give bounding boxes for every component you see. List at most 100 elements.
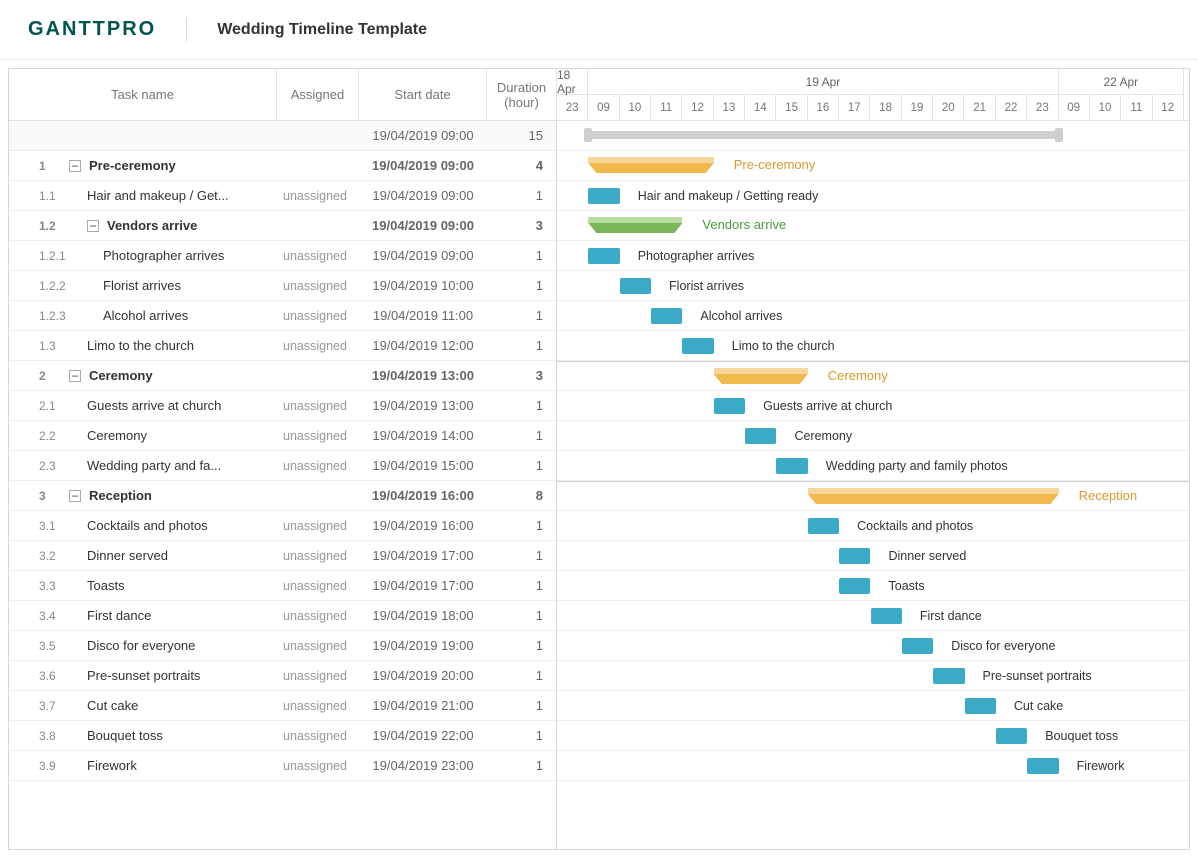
task-name-cell[interactable]: Limo to the church: [69, 338, 277, 353]
task-bar[interactable]: [1027, 758, 1058, 774]
task-bar[interactable]: [588, 188, 619, 204]
start-date-cell[interactable]: 19/04/2019 21:00: [359, 698, 487, 713]
task-row[interactable]: 2−Ceremony19/04/2019 13:003: [9, 361, 556, 391]
start-date-cell[interactable]: 19/04/2019 20:00: [359, 668, 487, 683]
overall-bar[interactable]: [588, 131, 1058, 139]
assigned-cell[interactable]: unassigned: [277, 309, 359, 323]
start-date-cell[interactable]: 19/04/2019 09:00: [359, 248, 487, 263]
assigned-cell[interactable]: unassigned: [277, 639, 359, 653]
duration-cell[interactable]: 1: [487, 668, 551, 683]
start-date-cell[interactable]: 19/04/2019 16:00: [359, 488, 487, 503]
task-row[interactable]: 3.6Pre-sunset portraitsunassigned19/04/2…: [9, 661, 556, 691]
task-name-cell[interactable]: −Reception: [69, 488, 277, 503]
task-name-cell[interactable]: Alcohol arrives: [69, 308, 277, 323]
task-bar[interactable]: [776, 458, 807, 474]
col-assigned[interactable]: Assigned: [277, 69, 359, 121]
assigned-cell[interactable]: unassigned: [277, 729, 359, 743]
assigned-cell[interactable]: unassigned: [277, 339, 359, 353]
assigned-cell[interactable]: unassigned: [277, 399, 359, 413]
start-date-cell[interactable]: 19/04/2019 10:00: [359, 278, 487, 293]
task-name-cell[interactable]: Firework: [69, 758, 277, 773]
col-start-date[interactable]: Start date: [359, 69, 487, 121]
duration-cell[interactable]: 1: [487, 518, 551, 533]
task-name-cell[interactable]: Ceremony: [69, 428, 277, 443]
task-name-cell[interactable]: Toasts: [69, 578, 277, 593]
task-row[interactable]: 1.2.3Alcohol arrivesunassigned19/04/2019…: [9, 301, 556, 331]
duration-cell[interactable]: 1: [487, 638, 551, 653]
task-bar[interactable]: [651, 308, 682, 324]
task-bar[interactable]: [965, 698, 996, 714]
start-date-cell[interactable]: 19/04/2019 12:00: [359, 338, 487, 353]
assigned-cell[interactable]: unassigned: [277, 699, 359, 713]
task-row[interactable]: 3.9Fireworkunassigned19/04/2019 23:001: [9, 751, 556, 781]
task-row[interactable]: 3.4First danceunassigned19/04/2019 18:00…: [9, 601, 556, 631]
collapse-toggle[interactable]: −: [87, 220, 99, 232]
task-row[interactable]: 3−Reception19/04/2019 16:008: [9, 481, 556, 511]
start-date-cell[interactable]: 19/04/2019 23:00: [359, 758, 487, 773]
assigned-cell[interactable]: unassigned: [277, 279, 359, 293]
task-name-cell[interactable]: −Vendors arrive: [69, 218, 277, 233]
start-date-cell[interactable]: 19/04/2019 09:00: [359, 188, 487, 203]
task-row[interactable]: 2.1Guests arrive at churchunassigned19/0…: [9, 391, 556, 421]
start-date-cell[interactable]: 19/04/2019 19:00: [359, 638, 487, 653]
start-date-cell[interactable]: 19/04/2019 11:00: [359, 308, 487, 323]
assigned-cell[interactable]: unassigned: [277, 429, 359, 443]
task-name-cell[interactable]: −Pre-ceremony: [69, 158, 277, 173]
task-row[interactable]: 3.5Disco for everyoneunassigned19/04/201…: [9, 631, 556, 661]
start-date-cell[interactable]: 19/04/2019 15:00: [359, 458, 487, 473]
task-row[interactable]: 1−Pre-ceremony19/04/2019 09:004: [9, 151, 556, 181]
task-name-cell[interactable]: Guests arrive at church: [69, 398, 277, 413]
task-row[interactable]: 1.2.1Photographer arrivesunassigned19/04…: [9, 241, 556, 271]
duration-cell[interactable]: 1: [487, 248, 551, 263]
duration-cell[interactable]: 8: [487, 488, 551, 503]
task-bar[interactable]: [839, 578, 870, 594]
duration-cell[interactable]: 3: [487, 218, 551, 233]
task-name-cell[interactable]: Hair and makeup / Get...: [69, 188, 277, 203]
start-date-cell[interactable]: 19/04/2019 13:00: [359, 368, 487, 383]
duration-cell[interactable]: 1: [487, 458, 551, 473]
group-bar[interactable]: Ceremony: [714, 368, 808, 384]
task-name-cell[interactable]: Wedding party and fa...: [69, 458, 277, 473]
col-task-name[interactable]: Task name: [9, 69, 277, 121]
start-date-cell[interactable]: 19/04/2019 18:00: [359, 608, 487, 623]
start-date-cell[interactable]: 19/04/2019 17:00: [359, 578, 487, 593]
task-bar[interactable]: [933, 668, 964, 684]
task-row[interactable]: 3.1Cocktails and photosunassigned19/04/2…: [9, 511, 556, 541]
task-name-cell[interactable]: Cut cake: [69, 698, 277, 713]
project-title[interactable]: Wedding Timeline Template: [217, 21, 427, 39]
duration-cell[interactable]: 4: [487, 158, 551, 173]
task-row[interactable]: 3.2Dinner servedunassigned19/04/2019 17:…: [9, 541, 556, 571]
task-name-cell[interactable]: Bouquet toss: [69, 728, 277, 743]
task-bar[interactable]: [996, 728, 1027, 744]
start-date-cell[interactable]: 19/04/2019 16:00: [359, 518, 487, 533]
assigned-cell[interactable]: unassigned: [277, 759, 359, 773]
duration-cell[interactable]: 1: [487, 698, 551, 713]
duration-cell[interactable]: 1: [487, 548, 551, 563]
assigned-cell[interactable]: unassigned: [277, 519, 359, 533]
duration-cell[interactable]: 1: [487, 338, 551, 353]
duration-cell[interactable]: 1: [487, 728, 551, 743]
task-row[interactable]: 1.3Limo to the churchunassigned19/04/201…: [9, 331, 556, 361]
start-date-cell[interactable]: 19/04/2019 09:00: [359, 158, 487, 173]
group-bar[interactable]: Vendors arrive: [588, 217, 682, 233]
duration-cell[interactable]: 3: [487, 368, 551, 383]
task-row[interactable]: 2.2Ceremonyunassigned19/04/2019 14:001: [9, 421, 556, 451]
duration-cell[interactable]: 1: [487, 278, 551, 293]
duration-cell[interactable]: 1: [487, 188, 551, 203]
task-bar[interactable]: [588, 248, 619, 264]
task-bar[interactable]: [871, 608, 902, 624]
task-bar[interactable]: [808, 518, 839, 534]
assigned-cell[interactable]: unassigned: [277, 249, 359, 263]
assigned-cell[interactable]: unassigned: [277, 549, 359, 563]
task-name-cell[interactable]: Pre-sunset portraits: [69, 668, 277, 683]
task-name-cell[interactable]: Photographer arrives: [69, 248, 277, 263]
task-row[interactable]: 3.3Toastsunassigned19/04/2019 17:001: [9, 571, 556, 601]
task-row[interactable]: 3.8Bouquet tossunassigned19/04/2019 22:0…: [9, 721, 556, 751]
start-date-cell[interactable]: 19/04/2019 17:00: [359, 548, 487, 563]
start-date-cell[interactable]: 19/04/2019 14:00: [359, 428, 487, 443]
task-name-cell[interactable]: First dance: [69, 608, 277, 623]
assigned-cell[interactable]: unassigned: [277, 609, 359, 623]
group-bar[interactable]: Reception: [808, 488, 1059, 504]
task-name-cell[interactable]: Florist arrives: [69, 278, 277, 293]
duration-cell[interactable]: 1: [487, 758, 551, 773]
